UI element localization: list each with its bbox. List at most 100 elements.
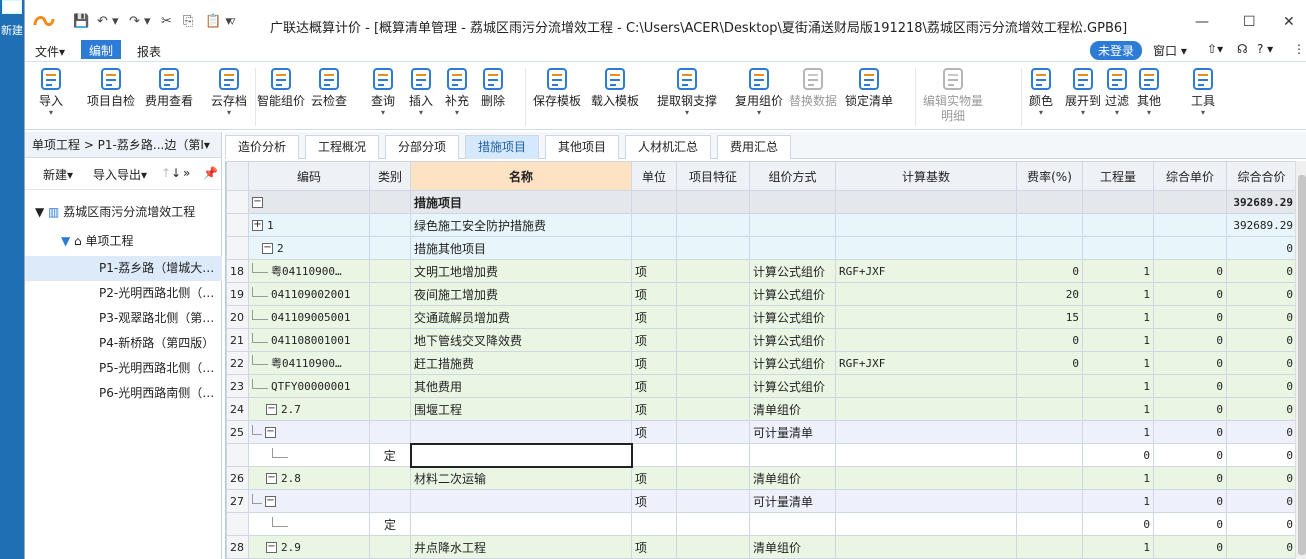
scrollbar-thumb[interactable] [1298,175,1306,555]
cell-rate[interactable]: 0 [1016,351,1083,375]
cell-qty[interactable]: 1 [1082,282,1154,306]
help-menu[interactable]: ? ▾ [1257,42,1273,56]
cell-qty[interactable] [1082,190,1154,214]
table-row[interactable]: 19 041109002001 夜间施工增加费项计算公式组价 20 1 0 0 [226,282,1295,306]
cell-name[interactable]: 绿色施工安全防护措施费 [410,213,632,237]
cell-code[interactable]: −2.8 [248,466,370,490]
menu-report[interactable]: 报表 [129,41,169,62]
cell-base[interactable]: RGF+JXF [835,259,1017,283]
cell-rn[interactable]: 28 [226,535,249,559]
tab-3[interactable]: 措施项目 [465,135,540,159]
table-row[interactable]: 18 粤04110900… 文明工地增加费项计算公式组价 RGF+JXF 0 1 0 0 [226,259,1295,283]
cell-price[interactable]: 0 [1153,420,1227,444]
menu-edit[interactable]: 编制 [81,40,122,59]
cell-rn[interactable] [226,190,249,214]
cell-base[interactable] [835,190,1017,214]
cell-price[interactable] [1153,236,1227,260]
cell-method[interactable]: 计算公式组价 [749,374,836,398]
cell-total[interactable]: 0 [1226,512,1295,536]
cell-method[interactable] [749,213,836,237]
desktop-icon[interactable] [2,0,22,14]
cell-total[interactable]: 392689.29 [1226,190,1295,214]
cell-qty[interactable]: 0 [1082,512,1154,536]
cell-rn[interactable] [226,236,249,260]
tree-item-5[interactable]: P5-光明西路北侧（… [25,356,222,381]
cell-base[interactable] [835,535,1017,559]
table-row[interactable]: +1 绿色施工安全防护措施费 392689.29 [226,213,1295,237]
cell-cat[interactable] [369,351,411,375]
move-up-icon[interactable]: ↑ [161,166,171,180]
cell-code[interactable]: QTFY00000001 [248,374,370,398]
cell-price[interactable]: 0 [1153,443,1227,467]
cell-method[interactable]: 计算公式组价 [749,282,836,306]
cell-base[interactable] [835,305,1017,329]
cell-base[interactable] [835,374,1017,398]
cell-qty[interactable] [1082,213,1154,237]
cell-feat[interactable] [676,236,750,260]
ribbon-button-18[interactable]: 展开到 ▾ [1065,66,1101,117]
cell-code[interactable]: 粤04110900… [248,259,370,283]
cell-qty[interactable] [1082,236,1154,260]
cell-cat[interactable] [369,190,411,214]
cell-name[interactable]: 围堰工程 [410,397,632,421]
cell-unit[interactable]: 项 [631,351,677,375]
cell-total[interactable]: 0 [1226,351,1295,375]
cell-qty[interactable]: 1 [1082,305,1154,329]
cell-name[interactable]: 文明工地增加费 [410,259,632,283]
cell-cat[interactable]: 定 [369,512,411,536]
column-header-6[interactable]: 组价方式 [749,161,836,191]
cell-code[interactable]: 041109005001 [248,305,370,329]
cell-base[interactable] [835,236,1017,260]
cell-cat[interactable] [369,420,411,444]
column-header-11[interactable]: 综合合价 [1226,161,1295,191]
cell-code[interactable]: 041108001001 [248,328,370,352]
column-header-1[interactable]: 编码 [248,161,370,191]
move-down-icon[interactable]: ↓ [171,166,181,180]
collapse-toggle-icon[interactable]: − [265,496,276,507]
cell-unit[interactable]: 项 [631,328,677,352]
cell-rn[interactable] [226,512,249,536]
cell-rate[interactable] [1016,236,1083,260]
cell-unit[interactable] [631,236,677,260]
table-row[interactable]: −2 措施其他项目 0 [226,236,1295,260]
cell-total[interactable]: 0 [1226,236,1295,260]
cell-base[interactable] [835,489,1017,513]
cell-method[interactable]: 可计量清单 [749,489,836,513]
cell-feat[interactable] [676,397,750,421]
ribbon-button-11[interactable]: 载入模板 [591,66,639,109]
cell-method[interactable]: 可计量清单 [749,420,836,444]
cell-rn[interactable]: 18 [226,259,249,283]
collapse-icon[interactable]: ▼ [61,234,74,248]
cell-unit[interactable]: 项 [631,282,677,306]
cell-unit[interactable]: 项 [631,305,677,329]
column-header-8[interactable]: 费率(%) [1016,161,1083,191]
table-row[interactable]: 21 041108001001 地下管线交叉降效费项计算公式组价 0 1 0 0 [226,328,1295,352]
ribbon-button-13[interactable]: 复用组价 ▾ [735,66,783,117]
column-header-9[interactable]: 工程量 [1082,161,1154,191]
cell-method[interactable]: 清单组价 [749,535,836,559]
cell-cat[interactable] [369,489,411,513]
headset-icon[interactable]: ☊ [1237,42,1248,56]
cell-base[interactable] [835,443,1017,467]
cell-method[interactable]: 计算公式组价 [749,328,836,352]
tree-unit[interactable]: ▼ ⌂ 单项工程 [25,229,222,254]
cell-method[interactable]: 清单组价 [749,466,836,490]
ribbon-button-17[interactable]: 颜色 ▾ [1029,66,1053,117]
column-header-0[interactable] [226,161,249,191]
cell-feat[interactable] [676,190,750,214]
cell-code[interactable]: − [248,489,370,513]
cell-method[interactable] [749,512,836,536]
cell-feat[interactable] [676,535,750,559]
ribbon-button-19[interactable]: 过滤 ▾ [1105,66,1129,117]
cell-rn[interactable]: 20 [226,305,249,329]
cell-feat[interactable] [676,259,750,283]
cell-base[interactable]: RGF+JXF [835,351,1017,375]
cell-method[interactable] [749,236,836,260]
customize-icon[interactable]: ▿ [229,14,236,29]
cell-total[interactable]: 0 [1226,397,1295,421]
cell-feat[interactable] [676,305,750,329]
table-row[interactable]: 定000 [226,512,1295,536]
cell-name[interactable]: 地下管线交叉降效费 [410,328,632,352]
column-header-7[interactable]: 计算基数 [835,161,1017,191]
cell-rate[interactable] [1016,420,1083,444]
